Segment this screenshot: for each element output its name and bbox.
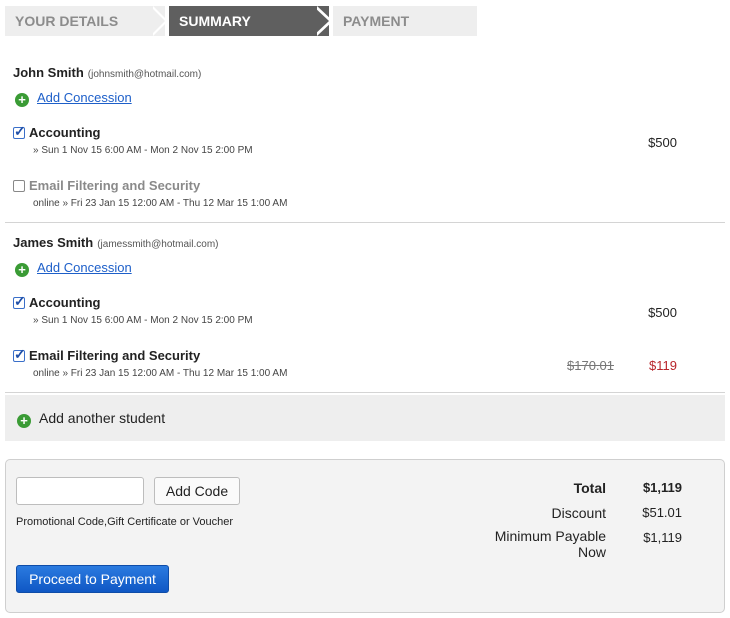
- proceed-to-payment-button[interactable]: Proceed to Payment: [16, 565, 169, 593]
- student-name: John Smith (johnsmith@hotmail.com): [13, 65, 201, 80]
- minimum-payable-line-2: Now: [577, 544, 606, 560]
- minimum-payable-value: $1,119: [643, 530, 682, 545]
- course-price: $500: [648, 305, 677, 320]
- minimum-payable-label: Minimum Payable Now: [495, 528, 606, 560]
- student-email: (jamessmith@hotmail.com): [97, 239, 219, 250]
- add-circle-icon[interactable]: +: [15, 93, 29, 107]
- add-concession-link[interactable]: Add Concession: [37, 90, 132, 105]
- course-row: Accounting » Sun 1 Nov 15 6:00 AM ‑ Mon …: [13, 123, 713, 165]
- step-payment[interactable]: PAYMENT: [333, 6, 477, 36]
- student-email: (johnsmith@hotmail.com): [87, 69, 202, 80]
- minimum-payable-line-1: Minimum Payable: [494, 528, 606, 544]
- checkbox-empty-icon[interactable]: [13, 180, 25, 192]
- course-title: Accounting: [29, 125, 101, 140]
- course-dates: online » Fri 23 Jan 15 12:00 AM ‑ Thu 12…: [33, 198, 288, 209]
- step-your-details[interactable]: YOUR DETAILS: [5, 6, 165, 36]
- step-arrow: [150, 6, 165, 36]
- order-summary: Add Code Promotional Code,Gift Certifica…: [5, 459, 725, 613]
- promo-hint: Promotional Code,Gift Certificate or Vou…: [16, 516, 234, 528]
- checkout-steps: YOUR DETAILS PAYMENT SUMMARY: [5, 6, 477, 36]
- add-student-label: Add another student: [39, 410, 166, 426]
- course-title: Accounting: [29, 295, 101, 310]
- course-dates: » Sun 1 Nov 15 6:00 AM ‑ Mon 2 Nov 15 2:…: [33, 145, 253, 156]
- add-concession: + Add Concession: [15, 90, 132, 107]
- course-dates: online » Fri 23 Jan 15 12:00 AM ‑ Thu 12…: [33, 368, 288, 379]
- discount-label: Discount: [551, 505, 606, 521]
- student-block: James Smith (jamessmith@hotmail.com) + Add…: [5, 225, 725, 393]
- original-price: $170.01: [567, 358, 614, 373]
- student-name-text: James Smith: [13, 235, 94, 250]
- step-arrow-active: [313, 6, 329, 36]
- course-row: Email Filtering and Security online » Fr…: [13, 178, 713, 218]
- course-price: $500: [648, 135, 677, 150]
- discounted-price: $119: [649, 358, 677, 373]
- course-row: Accounting » Sun 1 Nov 15 6:00 AM ‑ Mon …: [13, 293, 713, 335]
- total-value: $1,119: [642, 480, 682, 495]
- student-block: John Smith (johnsmith@hotmail.com) + Add C…: [5, 55, 725, 223]
- student-name-text: John Smith: [13, 65, 84, 80]
- course-row: Email Filtering and Security online » Fr…: [13, 346, 713, 388]
- promo-code-input[interactable]: [16, 477, 144, 505]
- add-concession-link[interactable]: Add Concession: [37, 260, 132, 275]
- add-concession: + Add Concession: [15, 260, 132, 277]
- course-title: Email Filtering and Security: [29, 348, 201, 363]
- total-label: Total: [573, 480, 606, 496]
- checkbox-checked-icon[interactable]: [13, 123, 26, 140]
- course-dates: » Sun 1 Nov 15 6:00 AM ‑ Mon 2 Nov 15 2:…: [33, 315, 253, 326]
- step-summary: SUMMARY: [169, 6, 329, 36]
- checkbox-checked-icon[interactable]: [13, 346, 26, 363]
- checkbox-checked-icon[interactable]: [13, 293, 26, 310]
- discount-value: $51.01: [642, 505, 682, 520]
- add-another-student[interactable]: + Add another student: [5, 395, 725, 441]
- student-name: James Smith (jamessmith@hotmail.com): [13, 235, 219, 250]
- add-circle-icon[interactable]: +: [15, 263, 29, 277]
- add-code-button[interactable]: Add Code: [154, 477, 240, 505]
- add-circle-icon: +: [17, 414, 31, 428]
- course-title: Email Filtering and Security: [29, 178, 201, 193]
